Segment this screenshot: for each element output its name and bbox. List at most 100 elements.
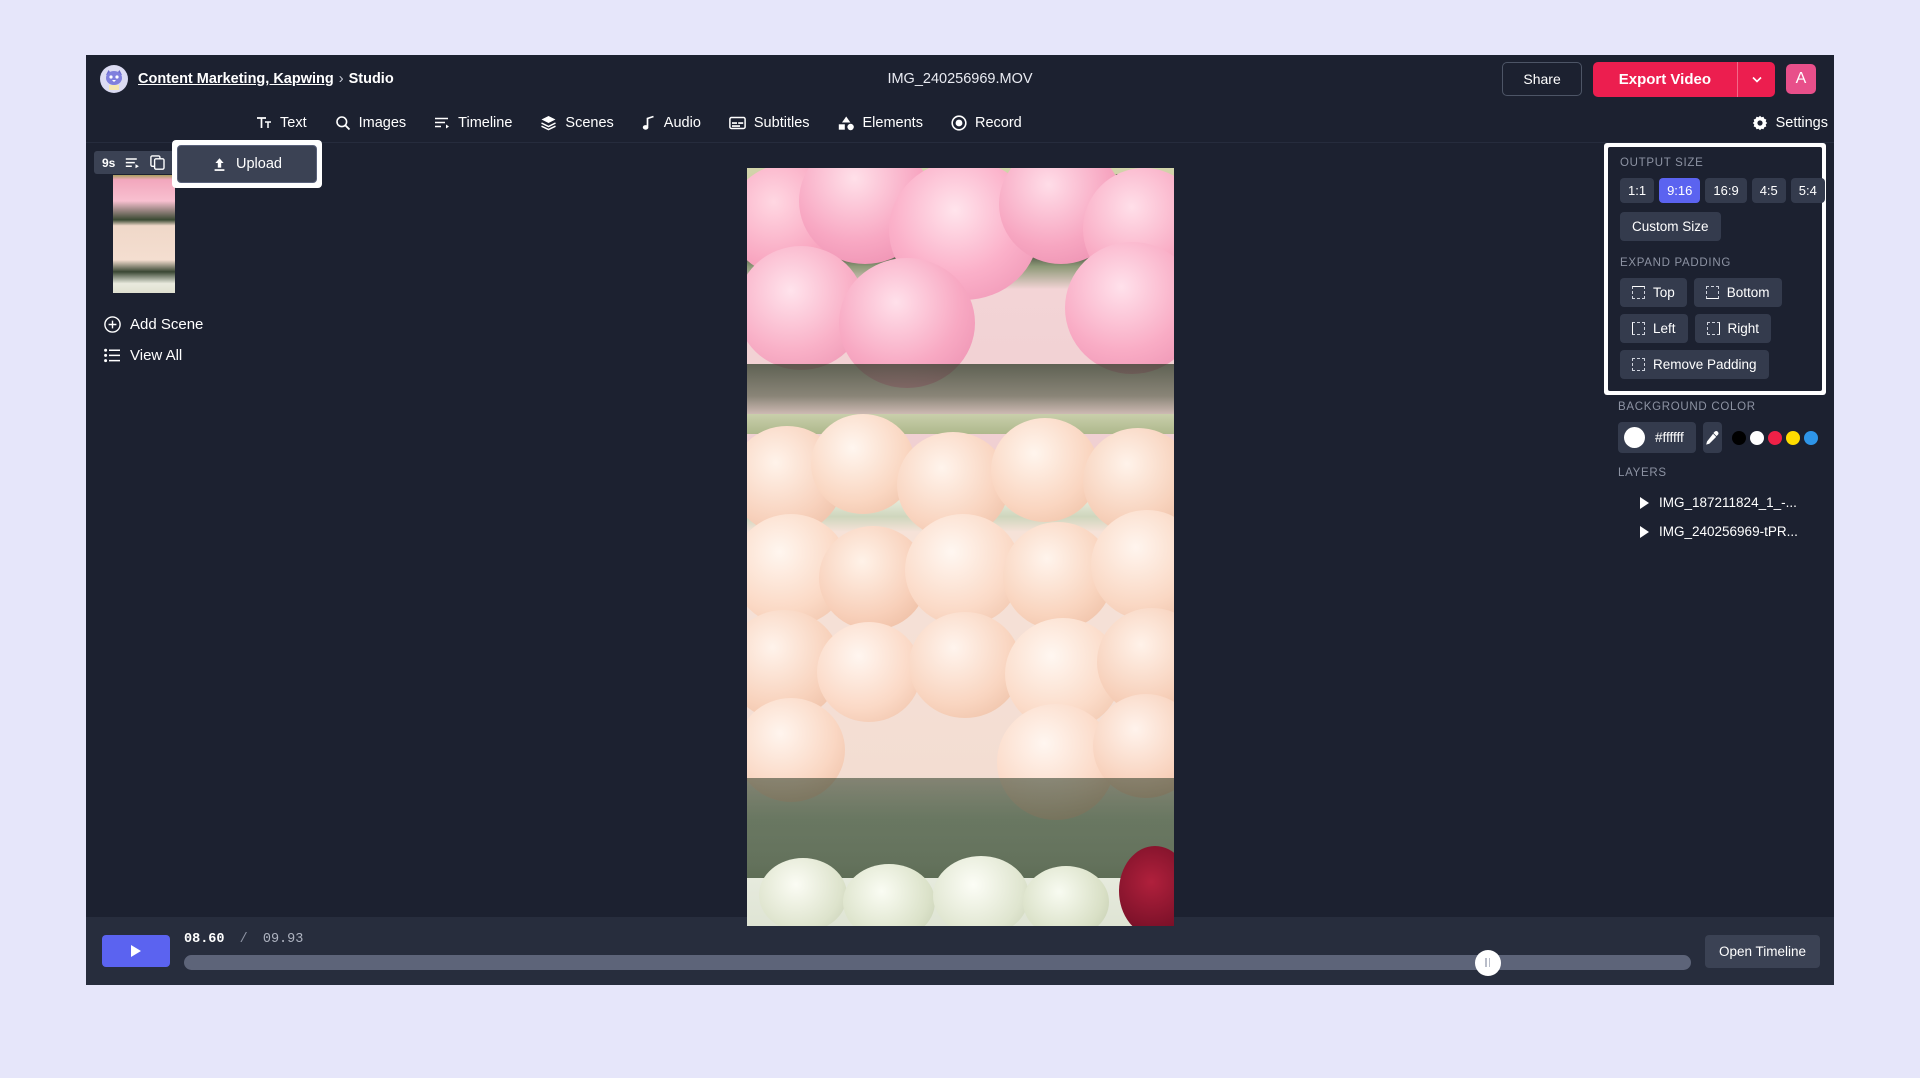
resize-panel: OUTPUT SIZE 1:1 9:16 16:9 4:5 5:4 Custom… bbox=[1608, 147, 1822, 391]
remove-padding-button[interactable]: Remove Padding bbox=[1620, 350, 1769, 379]
ratio-16-9[interactable]: 16:9 bbox=[1705, 178, 1746, 203]
breadcrumb-text: Content Marketing, Kapwing › Studio bbox=[138, 71, 394, 87]
share-button[interactable]: Share bbox=[1502, 62, 1581, 96]
add-scene-button[interactable]: Add Scene bbox=[86, 309, 316, 340]
custom-size-button[interactable]: Custom Size bbox=[1620, 212, 1721, 241]
tab-record[interactable]: Record bbox=[937, 109, 1036, 137]
tab-elements[interactable]: Elements bbox=[824, 109, 937, 137]
ratio-4-5[interactable]: 4:5 bbox=[1752, 178, 1786, 203]
scrubber: 08.60 / 09.93 bbox=[184, 932, 1691, 970]
tab-label: Elements bbox=[863, 115, 923, 131]
ratio-1-1[interactable]: 1:1 bbox=[1620, 178, 1654, 203]
record-circle-icon bbox=[951, 115, 967, 131]
breadcrumb-separator: › bbox=[339, 71, 344, 87]
swatch-white[interactable] bbox=[1750, 431, 1764, 445]
scrubber-handle[interactable] bbox=[1475, 950, 1501, 976]
tab-label: Subtitles bbox=[754, 115, 810, 131]
tab-subtitles[interactable]: Subtitles bbox=[715, 109, 824, 137]
pad-left-button[interactable]: Left bbox=[1620, 314, 1688, 343]
pad-right-label: Right bbox=[1728, 321, 1760, 336]
resize-panel-highlight: OUTPUT SIZE 1:1 9:16 16:9 4:5 5:4 Custom… bbox=[1604, 143, 1826, 395]
music-note-icon bbox=[642, 115, 656, 131]
swatch-red[interactable] bbox=[1768, 431, 1782, 445]
view-all-label: View All bbox=[130, 347, 182, 364]
background-color-label: BACKGROUND COLOR bbox=[1618, 401, 1818, 413]
eyedropper-icon[interactable] bbox=[1703, 422, 1722, 453]
top-bar-actions: Share Export Video A bbox=[1502, 62, 1816, 97]
subtitles-icon bbox=[729, 116, 746, 130]
breadcrumb-workspace-link[interactable]: Content Marketing, Kapwing bbox=[138, 71, 334, 87]
pad-left-icon bbox=[1632, 322, 1645, 335]
text-icon bbox=[256, 115, 272, 131]
swatch-blue[interactable] bbox=[1804, 431, 1818, 445]
avatar[interactable]: A bbox=[1786, 64, 1816, 94]
white-flower-row bbox=[747, 850, 1174, 926]
remove-padding-label: Remove Padding bbox=[1653, 357, 1757, 372]
pad-bottom-button[interactable]: Bottom bbox=[1694, 278, 1782, 307]
upload-button[interactable]: Upload bbox=[177, 145, 317, 183]
upload-arrow-icon bbox=[212, 157, 227, 172]
tab-audio[interactable]: Audio bbox=[628, 109, 715, 137]
layer-item-1[interactable]: IMG_187211824_1_-... bbox=[1618, 488, 1818, 517]
scene-thumbnail[interactable] bbox=[113, 175, 175, 293]
properties-sidebar: OUTPUT SIZE 1:1 9:16 16:9 4:5 5:4 Custom… bbox=[1604, 143, 1834, 917]
breadcrumb-current: Studio bbox=[349, 71, 394, 87]
avatar-initial: A bbox=[1796, 70, 1807, 88]
pad-top-button[interactable]: Top bbox=[1620, 278, 1687, 307]
output-size-label: OUTPUT SIZE bbox=[1620, 157, 1810, 169]
scene-thumbnail-image bbox=[113, 175, 175, 293]
breadcrumb: Content Marketing, Kapwing › Studio bbox=[100, 65, 394, 93]
layer-item-2[interactable]: IMG_240256969-tPR... bbox=[1618, 517, 1818, 546]
color-hex-value: #ffffff bbox=[1655, 430, 1684, 445]
open-timeline-button[interactable]: Open Timeline bbox=[1705, 935, 1820, 968]
current-color-swatch bbox=[1624, 427, 1645, 448]
gear-icon bbox=[1752, 115, 1768, 131]
cat-avatar-icon[interactable] bbox=[100, 65, 128, 93]
main-toolbar: Text Images Timeline bbox=[86, 103, 1834, 143]
scene-duration: 9s bbox=[102, 156, 115, 170]
search-icon bbox=[335, 115, 351, 131]
play-icon bbox=[131, 945, 141, 957]
scene-rail: 9s bbox=[86, 143, 316, 917]
background-color-field[interactable]: #ffffff bbox=[1618, 422, 1696, 453]
settings-label: Settings bbox=[1776, 115, 1828, 131]
editor-body: 9s bbox=[86, 143, 1834, 917]
plus-circle-icon bbox=[104, 316, 121, 333]
tab-scenes[interactable]: Scenes bbox=[526, 108, 627, 137]
split-icon[interactable] bbox=[125, 156, 140, 170]
settings-button[interactable]: Settings bbox=[1752, 115, 1828, 131]
tab-label: Timeline bbox=[458, 115, 512, 131]
ratio-9-16[interactable]: 9:16 bbox=[1659, 178, 1700, 203]
layers-label: LAYERS bbox=[1618, 467, 1818, 479]
chevron-down-icon[interactable] bbox=[1737, 62, 1775, 97]
time-display: 08.60 / 09.93 bbox=[184, 932, 1691, 947]
tab-label: Text bbox=[280, 115, 307, 131]
layer-name: IMG_187211824_1_-... bbox=[1659, 495, 1797, 510]
tab-images[interactable]: Images bbox=[321, 109, 421, 137]
duplicate-icon[interactable] bbox=[150, 155, 165, 170]
swatch-black[interactable] bbox=[1732, 431, 1746, 445]
padding-row-2: Left Right bbox=[1620, 314, 1810, 343]
play-button[interactable] bbox=[102, 935, 170, 967]
pad-right-button[interactable]: Right bbox=[1695, 314, 1772, 343]
timeline-icon bbox=[434, 115, 450, 131]
ratio-5-4[interactable]: 5:4 bbox=[1791, 178, 1825, 203]
layer-name: IMG_240256969-tPR... bbox=[1659, 524, 1798, 539]
color-swatch-list bbox=[1732, 431, 1818, 445]
tab-text[interactable]: Text bbox=[242, 109, 321, 137]
kapwing-studio-window: Content Marketing, Kapwing › Studio IMG_24… bbox=[86, 55, 1834, 985]
tab-label: Scenes bbox=[565, 115, 613, 131]
pad-bottom-label: Bottom bbox=[1727, 285, 1770, 300]
background-color-row: #ffffff bbox=[1618, 422, 1818, 453]
scrubber-track[interactable] bbox=[184, 955, 1691, 970]
export-video-button[interactable]: Export Video bbox=[1593, 62, 1737, 97]
pad-right-icon bbox=[1707, 322, 1720, 335]
view-all-button[interactable]: View All bbox=[86, 340, 316, 371]
export-group: Export Video bbox=[1593, 62, 1775, 97]
triangle-right-icon[interactable] bbox=[1640, 526, 1649, 538]
tab-timeline[interactable]: Timeline bbox=[420, 109, 526, 137]
swatch-yellow[interactable] bbox=[1786, 431, 1800, 445]
aspect-ratio-group: 1:1 9:16 16:9 4:5 5:4 bbox=[1620, 178, 1810, 203]
video-preview[interactable] bbox=[747, 168, 1174, 926]
triangle-right-icon[interactable] bbox=[1640, 497, 1649, 509]
